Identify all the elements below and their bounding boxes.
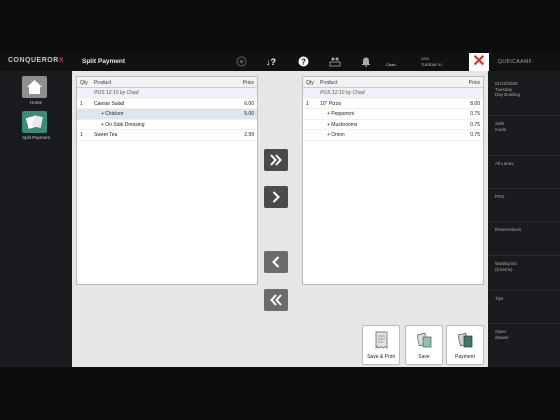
app-logo: CONQUERORX [8, 57, 64, 64]
right-sidebar-item-label: Waiting list [495, 261, 517, 266]
right-sidebar-item[interactable]: Waiting list (0 items) [495, 261, 517, 272]
print-receipt-icon [375, 331, 388, 349]
cell-price: 0.75 [470, 132, 480, 138]
divider [488, 323, 560, 324]
cell-product: + Mushrooms [327, 121, 358, 128]
sidebar-item-split-payment[interactable] [22, 111, 47, 133]
cell-qty: 1 [80, 132, 83, 138]
top-bar: CONQUERORX Split Payment ↓? ? Chad 12/11… [0, 53, 560, 71]
chevron-right-icon [272, 191, 280, 203]
cell-price: 6.00 [244, 100, 254, 107]
cell-price: 2.99 [244, 132, 254, 138]
help-icon[interactable]: ? [298, 56, 309, 70]
table-row[interactable]: POS 12:10 by Chad [77, 88, 257, 99]
cell-price: 0.75 [470, 121, 480, 128]
table-row[interactable]: 1 Caesar Salad 6.00 [77, 99, 257, 109]
divider [488, 155, 560, 156]
right-sidebar-item-label: All Lanes [495, 161, 514, 166]
right-sidebar-item-label: POS [495, 194, 505, 199]
right-sidebar-item[interactable]: Safe mode [495, 121, 506, 132]
sidebar: Home Split Payment [0, 71, 72, 367]
split-payment-icon [25, 115, 43, 129]
close-button[interactable]: ✕ [469, 53, 489, 71]
table-row[interactable]: + Onion 0.75 [303, 130, 483, 141]
cell-product: Sweet Tea [94, 132, 118, 138]
cell-product: + On Side Dressing [101, 121, 145, 128]
cell-product: + Pepperoni [327, 111, 355, 117]
table-row[interactable]: + Mushrooms 0.75 [303, 120, 483, 130]
table-row[interactable]: + Chicken 5.00 [77, 109, 257, 120]
table-header: Qty Product Price [303, 77, 483, 88]
move-left-button[interactable] [264, 251, 288, 273]
move-all-right-button[interactable] [264, 149, 288, 171]
right-sidebar-item-label: drawer [495, 334, 509, 340]
main-content: Qty Product Price POS 12:10 by Chad 1 Caes… [72, 71, 488, 367]
help-toggle-icon[interactable]: ↓? [266, 56, 278, 70]
divider [488, 221, 560, 222]
right-sidebar-item-label: 01/12/2020 [495, 81, 518, 86]
queue-icon[interactable] [329, 56, 341, 70]
table-row[interactable]: + Pepperoni 0.75 [303, 109, 483, 120]
svg-text:↓?: ↓? [266, 57, 276, 67]
cell-product: Caesar Salad [94, 100, 125, 107]
divider [488, 255, 560, 256]
payment-button[interactable]: Payment [446, 325, 484, 365]
date-time: 12/11 TUESDAY 31 [421, 57, 443, 67]
right-sidebar-item[interactable]: All Lanes [495, 161, 514, 167]
cell-product: POS 12:10 by Chad [320, 90, 365, 96]
right-sidebar: 01/12/2020 Tuesday Day Bowling Safe mode All … [488, 71, 560, 367]
bell-icon[interactable] [361, 56, 371, 70]
divider [488, 290, 560, 291]
table-header: Qty Product Price [77, 77, 257, 88]
cell-price: 5.00 [244, 111, 254, 117]
user-name[interactable]: Chad [386, 62, 396, 67]
save-print-button[interactable]: Save & Print [362, 325, 400, 365]
save-order-icon [417, 332, 432, 348]
double-chevron-right-icon [270, 154, 282, 166]
home-icon [27, 80, 42, 94]
cell-product: + Onion [327, 132, 345, 138]
close-icon: ✕ [472, 53, 486, 70]
svg-text:?: ? [301, 58, 306, 67]
payment-icon [458, 332, 473, 348]
table-row[interactable]: POS 12:10 by Chad [303, 88, 483, 99]
cell-price: 0.75 [470, 111, 480, 117]
cell-qty: 1 [80, 100, 83, 107]
divider [488, 115, 560, 116]
right-sidebar-item-label: Tips [495, 296, 504, 301]
right-sidebar-item[interactable]: Open drawer [495, 329, 509, 340]
right-sidebar-item-label: mode [495, 126, 507, 132]
right-sidebar-item[interactable]: Reservations [495, 227, 521, 233]
app-window: CONQUERORX Split Payment ↓? ? Chad 12/11… [0, 53, 560, 367]
table-row[interactable]: 1 10" Pizza 8.00 [303, 99, 483, 109]
move-right-button[interactable] [264, 186, 288, 208]
double-chevron-left-icon [270, 294, 282, 306]
cell-product: 10" Pizza [320, 100, 341, 107]
right-sidebar-item-label: Day Bowling [495, 92, 521, 97]
right-sidebar-item[interactable]: POS [495, 194, 505, 200]
save-button[interactable]: Save [405, 325, 443, 365]
split-order-panel[interactable]: Qty Product Price POS 12:10 by Chad 1 10" … [302, 76, 484, 285]
divider [488, 188, 560, 189]
sidebar-item-home[interactable] [22, 76, 47, 98]
cell-product: POS 12:10 by Chad [94, 90, 139, 96]
brand-logo: QUBICAAMF [498, 59, 533, 65]
table-row[interactable]: + On Side Dressing [77, 120, 257, 130]
right-sidebar-item-label: (0 items) [495, 266, 513, 272]
right-sidebar-item-label: Reservations [495, 227, 522, 232]
sidebar-item-label: Split Payment [22, 135, 50, 140]
sidebar-item-label: Home [29, 100, 42, 105]
source-order-panel[interactable]: Qty Product Price POS 12:10 by Chad 1 Caes… [76, 76, 258, 285]
right-sidebar-item[interactable]: 01/12/2020 Tuesday Day Bowling [495, 81, 520, 98]
settings-icon[interactable] [236, 56, 247, 70]
cell-product: + Chicken [101, 111, 124, 117]
right-sidebar-item[interactable]: Tips [495, 296, 503, 302]
move-all-left-button[interactable] [264, 289, 288, 311]
chevron-left-icon [272, 256, 280, 268]
cell-price: 8.00 [470, 100, 480, 107]
cell-qty: 1 [306, 100, 309, 107]
page-title: Split Payment [82, 58, 125, 65]
table-row[interactable]: 1 Sweet Tea 2.99 [77, 130, 257, 141]
